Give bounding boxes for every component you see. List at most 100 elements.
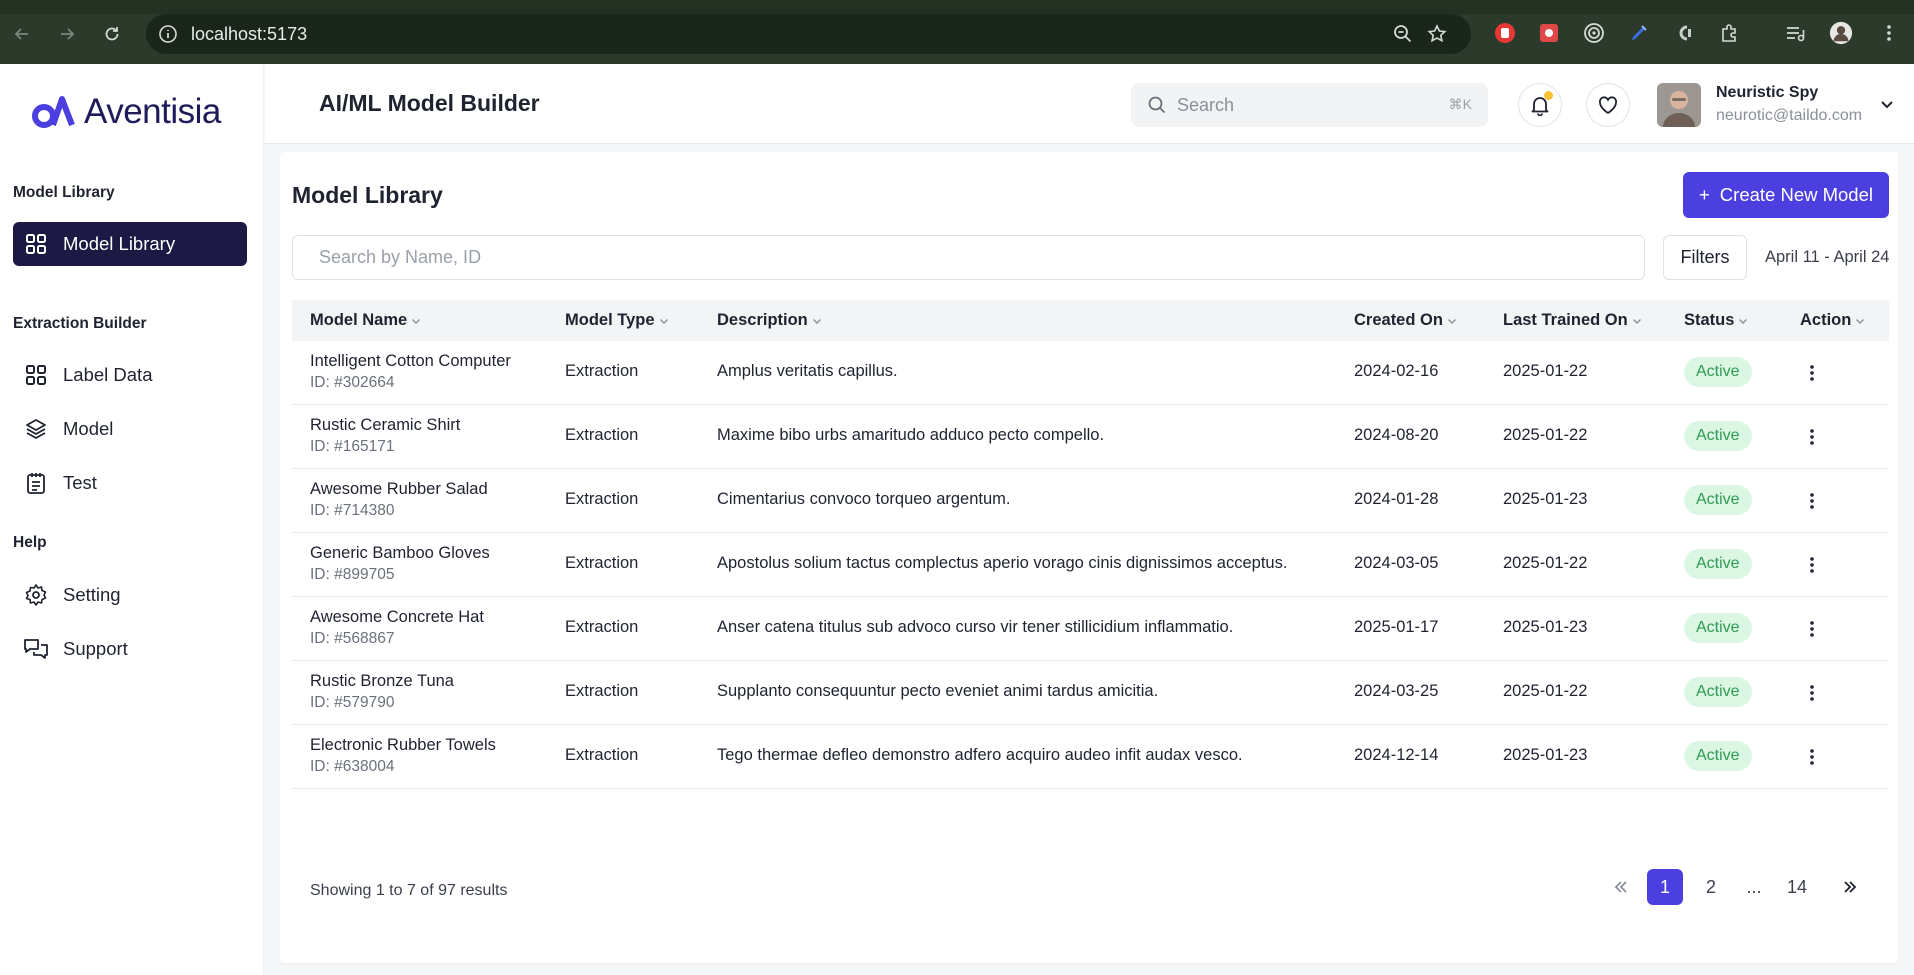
extension-pen-icon[interactable] [1627,21,1651,45]
notification-dot [1544,91,1553,100]
table-row[interactable]: Generic Bamboo Gloves ID: #899705 Extrac… [292,533,1889,597]
column-header-action[interactable]: Action [1800,311,1866,330]
brand-logo[interactable]: Aventisia [30,92,221,132]
favorites-button[interactable] [1586,83,1630,127]
extension-red-icon[interactable] [1537,21,1561,45]
column-label: Created On [1354,311,1443,329]
chevrons-right-icon [1844,881,1857,893]
model-id: ID: #568867 [310,630,395,647]
sidebar-item-test[interactable]: Test [13,461,247,505]
column-label: Model Name [310,311,408,329]
model-name[interactable]: Intelligent Cotton Computer [310,352,511,371]
chevron-down-icon [812,318,821,324]
search-icon [1148,96,1166,114]
avatar[interactable] [1657,83,1701,127]
model-id: ID: #714380 [310,502,395,519]
url-text[interactable]: localhost:5173 [191,24,307,45]
pagination-last-button[interactable] [1832,869,1868,905]
more-actions-icon[interactable] [1797,358,1827,388]
date-range-picker[interactable]: April 11 - April 24 [1765,248,1889,267]
grid-icon [23,231,49,257]
extension-c-icon[interactable] [1672,21,1696,45]
more-actions-icon[interactable] [1797,742,1827,772]
model-name[interactable]: Rustic Ceramic Shirt [310,416,460,435]
create-new-model-button[interactable]: + Create New Model [1683,172,1889,218]
table-row[interactable]: Rustic Bronze Tuna ID: #579790 Extractio… [292,661,1889,725]
star-icon[interactable] [1426,23,1448,45]
status-badge: Active [1684,549,1752,579]
model-description: Cimentarius convoco torqueo argentum. [717,490,1011,508]
column-header-last-trained-on[interactable]: Last Trained On [1503,311,1643,330]
more-actions-icon[interactable] [1797,614,1827,644]
site-info-icon[interactable] [158,24,178,44]
column-header-model-name[interactable]: Model Name [310,311,422,330]
model-name[interactable]: Awesome Rubber Salad [310,480,488,499]
browser-menu-icon[interactable] [1877,21,1901,45]
more-actions-icon[interactable] [1797,422,1827,452]
model-description: Amplus veritatis capillus. [717,362,898,380]
pagination-page-2[interactable]: 2 [1693,869,1729,905]
chevron-down-icon[interactable] [1877,94,1897,114]
user-email: neurotic@taildo.com [1716,107,1863,124]
extensions-puzzle-icon[interactable] [1717,21,1741,45]
address-bar[interactable]: localhost:5173 [146,14,1471,54]
zoom-icon[interactable] [1392,23,1414,45]
plus-icon: + [1698,184,1710,205]
pagination-first-button[interactable] [1603,869,1639,905]
model-name[interactable]: Electronic Rubber Towels [310,736,496,755]
extension-target-icon[interactable] [1582,21,1606,45]
more-actions-icon[interactable] [1797,486,1827,516]
global-search[interactable]: ⌘K [1131,83,1488,127]
more-actions-icon[interactable] [1797,678,1827,708]
created-on: 2025-01-17 [1354,618,1439,636]
grid-icon [23,362,49,388]
table-body: Intelligent Cotton Computer ID: #302664 … [292,341,1889,789]
sidebar-item-support[interactable]: Support [13,627,247,671]
chevron-down-icon [1739,318,1748,324]
sidebar-item-setting[interactable]: Setting [13,573,247,617]
model-search-input[interactable] [292,235,1645,280]
last-trained-on: 2025-01-22 [1503,682,1588,700]
column-header-description[interactable]: Description [717,311,823,330]
user-name[interactable]: Neuristic Spy [1716,84,1818,102]
last-trained-on: 2025-01-22 [1503,362,1588,380]
section-title-extraction-builder: Extraction Builder [13,315,147,332]
column-header-model-type[interactable]: Model Type [565,311,670,330]
sidebar-item-label-data[interactable]: Label Data [13,353,247,397]
table-row[interactable]: Electronic Rubber Towels ID: #638004 Ext… [292,725,1889,789]
model-name[interactable]: Generic Bamboo Gloves [310,544,490,563]
table-row[interactable]: Awesome Rubber Salad ID: #714380 Extract… [292,469,1889,533]
logo-mark-icon [32,96,75,128]
table-row[interactable]: Intelligent Cotton Computer ID: #302664 … [292,341,1889,405]
pagination-page-14[interactable]: 14 [1779,869,1815,905]
model-description: Supplanto consequuntur pecto eveniet ani… [717,682,1159,700]
back-icon[interactable] [8,20,36,48]
forward-icon[interactable] [53,20,81,48]
section-title-help: Help [13,534,47,551]
model-name[interactable]: Awesome Concrete Hat [310,608,484,627]
pagination-page-1[interactable]: 1 [1647,869,1683,905]
profile-avatar-icon[interactable] [1829,21,1853,45]
column-header-created-on[interactable]: Created On [1354,311,1458,330]
sidebar-item-model[interactable]: Model [13,407,247,451]
global-search-input[interactable] [1177,94,1427,116]
model-name[interactable]: Rustic Bronze Tuna [310,672,454,691]
more-actions-icon[interactable] [1797,550,1827,580]
chevrons-left-icon [1614,881,1627,893]
media-control-icon[interactable] [1783,21,1807,45]
notifications-button[interactable] [1518,83,1562,127]
search-shortcut: ⌘K [1448,96,1472,112]
chevron-down-icon [1632,318,1641,324]
created-on: 2024-08-20 [1354,426,1439,444]
create-button-label: Create New Model [1719,184,1873,205]
sidebar-item-label: Support [63,638,128,659]
filters-button[interactable]: Filters [1663,235,1747,280]
reload-icon[interactable] [98,20,126,48]
model-id: ID: #579790 [310,694,395,711]
extension-stop-icon[interactable] [1493,21,1517,45]
sidebar-item-model-library[interactable]: Model Library [13,222,247,266]
table-row[interactable]: Rustic Ceramic Shirt ID: #165171 Extract… [292,405,1889,469]
column-header-status[interactable]: Status [1684,311,1749,330]
model-id: ID: #165171 [310,438,395,455]
table-row[interactable]: Awesome Concrete Hat ID: #568867 Extract… [292,597,1889,661]
